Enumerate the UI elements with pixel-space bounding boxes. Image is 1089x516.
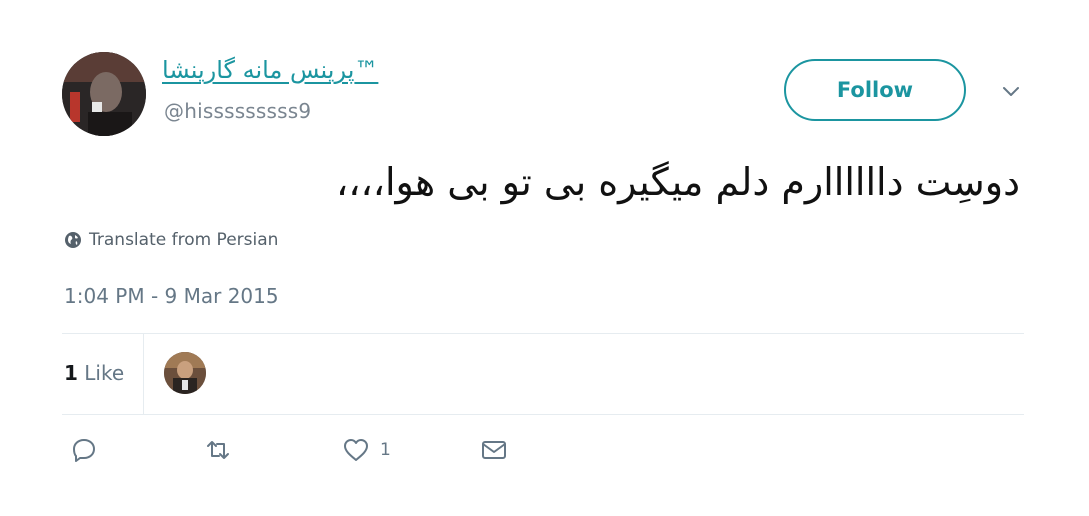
retweet-button[interactable] xyxy=(204,436,232,464)
globe-icon xyxy=(65,232,81,248)
author-display-name[interactable]: پرینس مانه گارینشا™ xyxy=(162,56,378,84)
likes-row: 1 Like xyxy=(62,334,1024,414)
author-handle[interactable]: @hisssssssss9 xyxy=(164,99,311,123)
action-bar: 1 xyxy=(62,436,562,476)
reply-button[interactable] xyxy=(70,436,98,464)
message-icon xyxy=(482,441,506,459)
follow-button[interactable]: Follow xyxy=(784,59,966,121)
stats-separator xyxy=(143,334,144,414)
translate-label: Translate from Persian xyxy=(89,230,279,250)
divider xyxy=(62,414,1024,415)
tweet-timestamp[interactable]: 1:04 PM - 9 Mar 2015 xyxy=(64,284,279,308)
tweet-card: پرینس مانه گارینشا™ @hisssssssss9 Follow… xyxy=(0,0,1089,516)
heart-icon xyxy=(344,439,368,461)
likes-stat[interactable]: 1 Like xyxy=(64,361,124,385)
author-avatar[interactable] xyxy=(62,52,146,136)
message-button[interactable] xyxy=(480,436,508,464)
translate-link[interactable]: Translate from Persian xyxy=(64,230,278,250)
chevron-down-icon[interactable] xyxy=(1000,80,1022,102)
reply-icon xyxy=(73,439,95,462)
liker-avatar[interactable] xyxy=(164,352,206,394)
tweet-text: دوسِت داااااارم دلم میگیره بی تو بی هوا،… xyxy=(335,160,1020,204)
like-button[interactable]: 1 xyxy=(342,436,391,464)
likes-count: 1 xyxy=(64,361,78,385)
likes-label: Like xyxy=(84,361,125,385)
like-count: 1 xyxy=(380,440,391,460)
retweet-icon xyxy=(207,441,229,459)
